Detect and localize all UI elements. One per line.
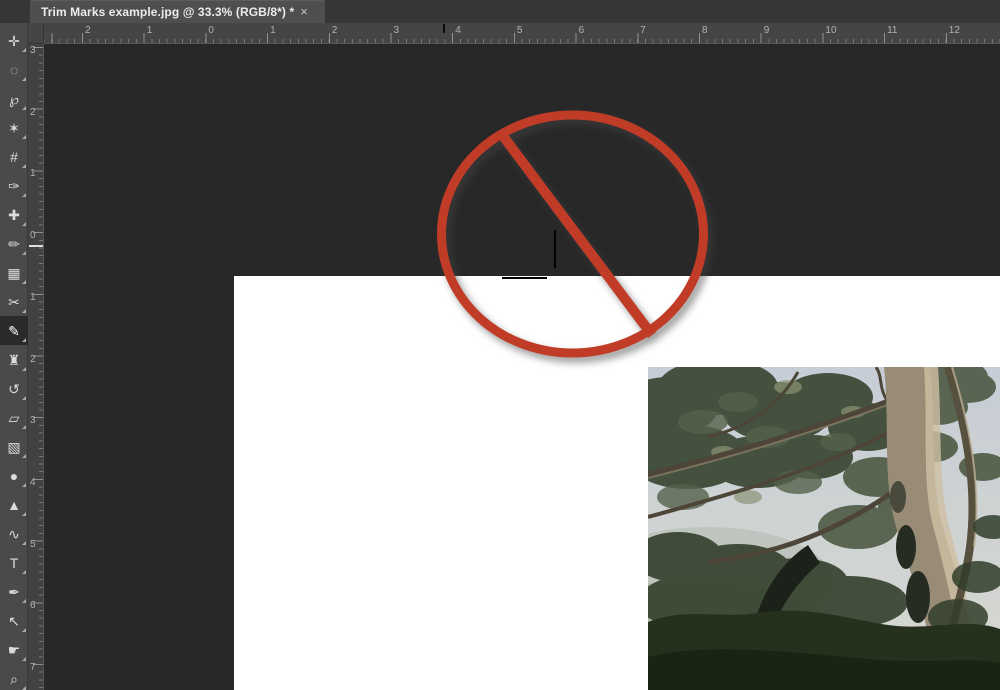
move-tool-icon: ✛ — [8, 34, 20, 48]
brush-tool-icon: ✏ — [8, 237, 20, 251]
ruler-top-label: 3 — [394, 26, 400, 36]
marquee-tool[interactable]: ◌ — [0, 55, 28, 84]
ruler-top-label: 12 — [949, 26, 960, 36]
zoom-tool-icon: ⌕ — [10, 672, 18, 686]
ruler-top-label: 10 — [825, 26, 836, 36]
dodge-tool-icon: ▲ — [7, 498, 21, 512]
tab-close-icon[interactable]: × — [300, 5, 308, 18]
ruler-left-label: 3 — [30, 46, 36, 56]
patch-tool[interactable]: ▦ — [0, 258, 28, 287]
ruler-top-label: 9 — [764, 26, 770, 36]
ruler-cursor-marker-top — [443, 24, 445, 33]
ruler-top-label: 6 — [579, 26, 585, 36]
eraser-tool[interactable]: ▱ — [0, 403, 28, 432]
type-tool-icon: T — [10, 556, 19, 570]
eyedropper-tool[interactable]: ✑ — [0, 171, 28, 200]
blur-tool-icon: ● — [10, 469, 18, 483]
blur-tool[interactable]: ● — [0, 461, 28, 490]
ruler-cursor-marker-left — [29, 245, 43, 247]
ruler-left-label: 2 — [30, 108, 36, 118]
ruler-left[interactable]: 3 2 1 0 1 2 3 4 5 6 7 — [28, 44, 44, 690]
ruler-left-label: 2 — [30, 355, 36, 365]
lasso-tool-icon: ℘ — [9, 92, 19, 106]
ruler-top-label: 0 — [208, 26, 214, 36]
clone-stamp-tool[interactable]: ♜ — [0, 345, 28, 374]
ruler-left-label: 4 — [30, 478, 36, 488]
path-selection-tool-icon: ↖ — [8, 614, 20, 628]
document-tab[interactable]: Trim Marks example.jpg @ 33.3% (RGB/8*) … — [30, 0, 325, 23]
ruler-left-label: 3 — [30, 416, 36, 426]
hand-tool-icon: ☛ — [8, 643, 21, 657]
ruler-top-label: 1 — [147, 26, 153, 36]
photoshop-window: Trim Marks example.jpg @ 33.3% (RGB/8*) … — [0, 0, 1000, 690]
zoom-tool[interactable]: ⌕ — [0, 664, 28, 690]
lasso-tool[interactable]: ℘ — [0, 84, 28, 113]
ruler-top-label: 2 — [332, 26, 338, 36]
ruler-left-label: 1 — [30, 293, 36, 303]
crop-tool-icon: # — [10, 150, 18, 164]
smudge-tool-icon: ∿ — [8, 527, 20, 541]
ruler-left-label: 7 — [30, 663, 36, 673]
eraser-tool-icon: ▱ — [9, 411, 20, 425]
ruler-left-label: 5 — [30, 540, 36, 550]
prohibition-symbol — [420, 95, 730, 385]
eyedropper-tool-icon: ✑ — [8, 179, 20, 193]
image-tab-bar: Trim Marks example.jpg @ 33.3% (RGB/8*) … — [0, 0, 1000, 23]
ruler-left-label: 1 — [30, 169, 36, 179]
ruler-top-label: 5 — [517, 26, 523, 36]
ruler-top-label: 4 — [455, 26, 461, 36]
ruler-top-label: 2 — [85, 26, 91, 36]
marquee-tool-icon: ◌ — [10, 63, 18, 77]
content-aware-move-tool[interactable]: ✂ — [0, 287, 28, 316]
spot-healing-brush-tool-icon: ✚ — [8, 208, 20, 222]
clone-stamp-tool-icon: ♜ — [8, 353, 21, 367]
ruler-top[interactable]: 210123456789101112 — [44, 23, 1000, 44]
gradient-tool[interactable]: ▧ — [0, 432, 28, 461]
pen-tool-icon: ✒ — [8, 585, 20, 599]
magic-wand-tool[interactable]: ✶ — [0, 113, 28, 142]
smudge-tool[interactable]: ∿ — [0, 519, 28, 548]
ruler-left-label: 6 — [30, 601, 36, 611]
pencil-tool-icon: ✎ — [8, 324, 20, 338]
hand-tool[interactable]: ☛ — [0, 635, 28, 664]
history-brush-tool[interactable]: ↺ — [0, 374, 28, 403]
tree-photo — [648, 367, 1000, 690]
ruler-top-label: 8 — [702, 26, 708, 36]
magic-wand-tool-icon: ✶ — [8, 121, 20, 135]
ruler-left-label: 0 — [30, 231, 36, 241]
pen-tool[interactable]: ✒ — [0, 577, 28, 606]
history-brush-tool-icon: ↺ — [8, 382, 20, 396]
content-aware-move-tool-icon: ✂ — [8, 295, 20, 309]
path-selection-tool[interactable]: ↖ — [0, 606, 28, 635]
ruler-top-label: 1 — [270, 26, 276, 36]
ruler-corner — [28, 23, 44, 44]
crop-tool[interactable]: # — [0, 142, 28, 171]
ruler-top-label: 7 — [640, 26, 646, 36]
dodge-tool[interactable]: ▲ — [0, 490, 28, 519]
pencil-tool[interactable]: ✎ — [0, 316, 28, 345]
gradient-tool-icon: ▧ — [7, 440, 20, 454]
tools-panel: ✛ ◌ ℘ ✶ # ✑ ✚ ✏ ▦ ✂ ✎ ♜ ↺ ▱ ▧ ● ▲ ∿ T ✒ ↖ ☛ ⌕ — [0, 23, 28, 690]
type-tool[interactable]: T — [0, 548, 28, 577]
spot-healing-brush-tool[interactable]: ✚ — [0, 200, 28, 229]
document-tab-title: Trim Marks example.jpg @ 33.3% (RGB/8*) … — [41, 5, 294, 19]
move-tool[interactable]: ✛ — [0, 26, 28, 55]
patch-tool-icon: ▦ — [7, 266, 20, 280]
brush-tool[interactable]: ✏ — [0, 229, 28, 258]
ruler-top-label: 11 — [887, 26, 897, 36]
